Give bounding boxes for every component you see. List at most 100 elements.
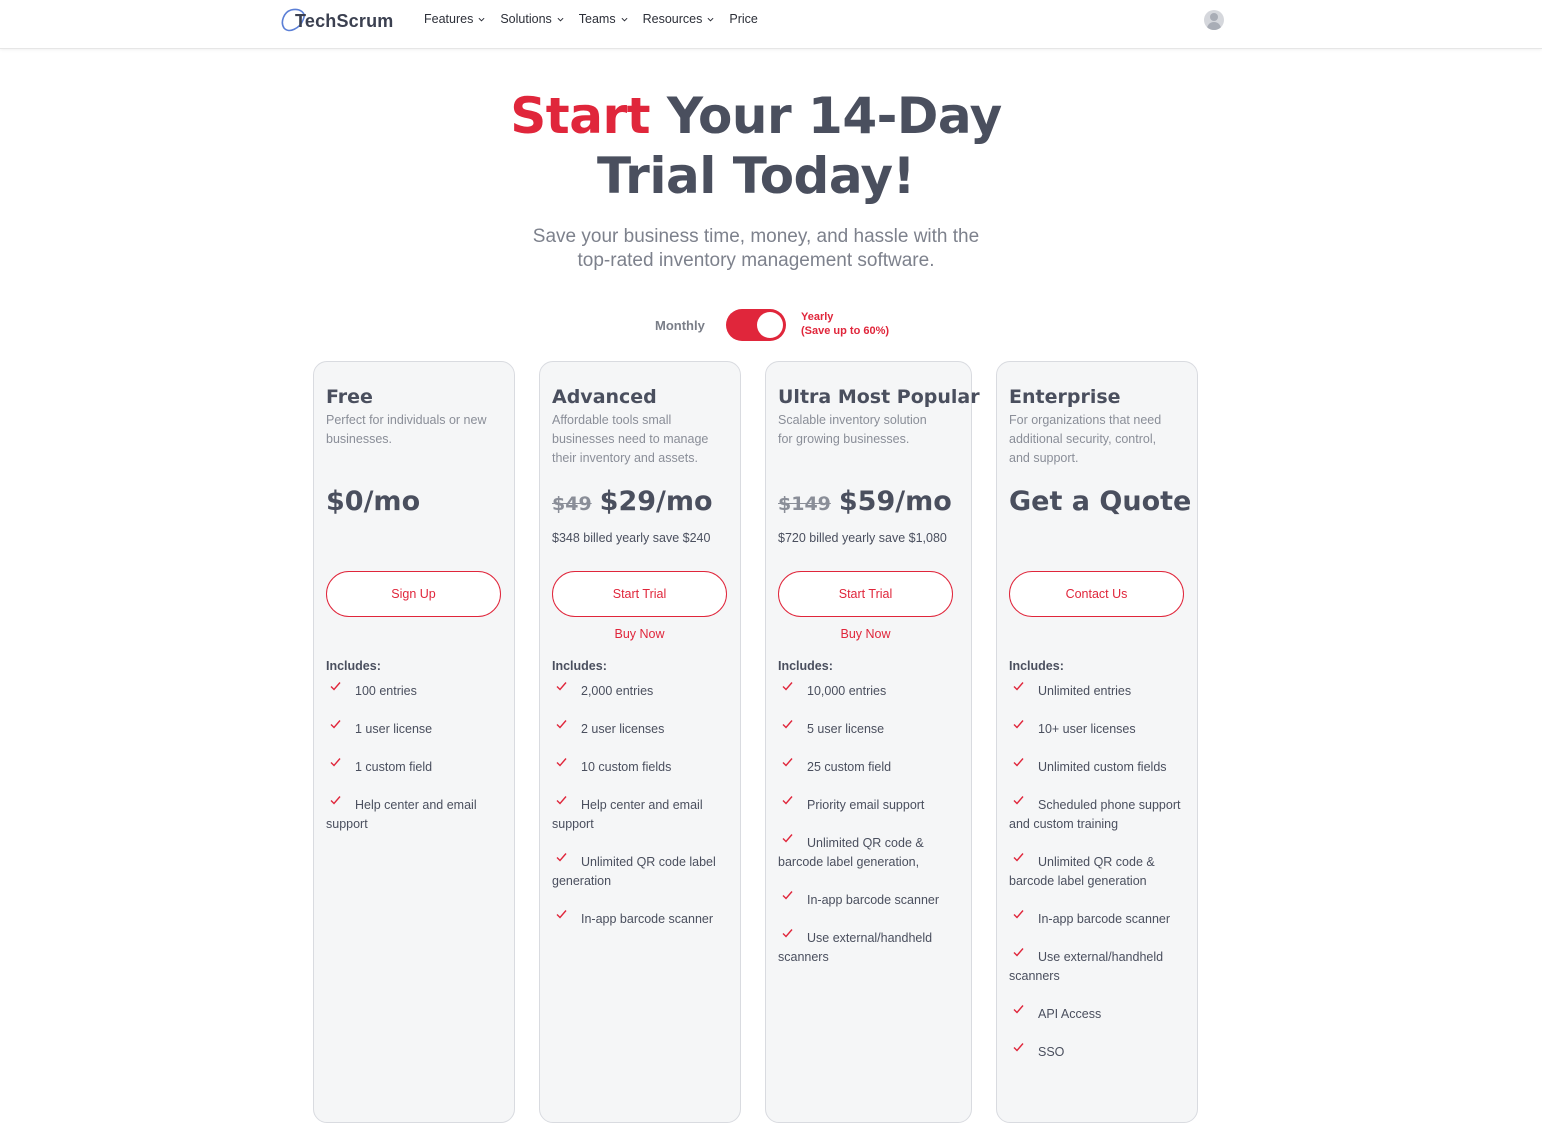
user-avatar-icon[interactable]: [1204, 10, 1224, 30]
check-icon: [782, 834, 793, 843]
feature-list: 10,000 entries 5 user license 25 custom fi…: [778, 681, 956, 985]
yearly-label-text: Yearly: [801, 311, 834, 323]
feature-item: In-app barcode scanner: [778, 890, 956, 910]
feature-text: Unlimited entries: [1038, 684, 1132, 698]
current-price: $0/mo: [326, 486, 421, 517]
check-icon: [556, 796, 567, 805]
plan-description: Affordable tools small businesses need t…: [552, 413, 709, 465]
feature-item: 10+ user licenses: [1009, 719, 1187, 739]
nav-item-features[interactable]: Features: [424, 12, 485, 26]
feature-text: Unlimited QR code & barcode label genera…: [1009, 855, 1155, 888]
check-icon: [1013, 796, 1024, 805]
feature-text: Help center and email support: [326, 798, 477, 831]
feature-item: Use external/handheld scanners: [778, 928, 956, 967]
current-price: $29/mo: [599, 486, 713, 517]
feature-item: Scheduled phone support and custom train…: [1009, 795, 1187, 834]
title-accent: Start: [510, 87, 651, 145]
toggle-knob: [757, 312, 783, 338]
check-icon: [782, 796, 793, 805]
yearly-label[interactable]: Yearly (Save up to 60%): [801, 310, 889, 338]
feature-item: 2 user licenses: [552, 719, 730, 739]
plan-primary-button[interactable]: Contact Us: [1009, 571, 1184, 617]
buy-now-link[interactable]: Buy Now: [552, 627, 727, 641]
plan-description: Perfect for individuals or new businesse…: [326, 413, 487, 446]
billed-note: $720 billed yearly save $1,080: [778, 531, 947, 545]
feature-list: Unlimited entries 10+ user licenses Unlimi…: [1009, 681, 1187, 1080]
feature-item: SSO: [1009, 1042, 1187, 1062]
feature-text: Use external/handheld scanners: [1009, 950, 1164, 983]
plan-card-advanced: Advanced Affordable tools small businesse…: [539, 361, 741, 1123]
billing-toggle-row: Monthly Yearly (Save up to 60%): [0, 309, 1542, 341]
nav-item-resources[interactable]: Resources: [643, 12, 715, 26]
feature-text: Help center and email support: [552, 798, 703, 831]
check-icon: [330, 796, 341, 805]
feature-list: 100 entries 1 user license 1 custom field H…: [326, 681, 504, 852]
feature-item: 10,000 entries: [778, 681, 956, 701]
plan-primary-button[interactable]: Sign Up: [326, 571, 501, 617]
feature-item: 2,000 entries: [552, 681, 730, 701]
old-price: $149: [778, 493, 831, 515]
feature-item: 5 user license: [778, 719, 956, 739]
feature-text: Unlimited QR code & barcode label genera…: [778, 836, 924, 869]
check-icon: [1013, 758, 1024, 767]
nav-item-label: Features: [424, 12, 474, 26]
brand-logo[interactable]: TechScrum: [281, 6, 393, 36]
feature-text: 10,000 entries: [807, 684, 887, 698]
plan-primary-button[interactable]: Start Trial: [552, 571, 727, 617]
check-icon: [1013, 948, 1024, 957]
plan-price: $149 $59/mo: [778, 486, 952, 517]
page-title: Start Your 14-Day Trial Today!: [0, 86, 1512, 206]
billing-toggle-switch[interactable]: [726, 309, 786, 341]
page-subtitle: Save your business time, money, and hass…: [0, 225, 1512, 273]
feature-item: Unlimited custom fields: [1009, 757, 1187, 777]
plan-card-enterprise: Enterprise For organizations that need ad…: [996, 361, 1198, 1123]
brand-name: TechScrum: [295, 10, 394, 31]
feature-item: Unlimited QR code & barcode label genera…: [778, 833, 956, 872]
feature-text: Unlimited custom fields: [1038, 760, 1167, 774]
check-icon: [782, 682, 793, 691]
plan-price: $49 $29/mo: [552, 486, 713, 517]
nav-item-teams[interactable]: Teams: [579, 12, 628, 26]
feature-text: 25 custom field: [807, 760, 892, 774]
feature-text: 10 custom fields: [581, 760, 672, 774]
main-menu: Features Solutions Teams Resources Price: [424, 12, 773, 26]
feature-item: 25 custom field: [778, 757, 956, 777]
check-icon: [556, 910, 567, 919]
feature-text: 10+ user licenses: [1038, 722, 1136, 736]
chevron-down-icon: [478, 17, 485, 22]
check-icon: [330, 758, 341, 767]
feature-text: 2 user licenses: [581, 722, 665, 736]
check-icon: [1013, 853, 1024, 862]
plan-name: Advanced: [552, 386, 657, 408]
check-icon: [782, 891, 793, 900]
feature-text: In-app barcode scanner: [581, 912, 714, 926]
nav-item-price[interactable]: Price: [729, 12, 757, 26]
feature-item: Unlimited QR code & barcode label genera…: [1009, 852, 1187, 891]
feature-item: In-app barcode scanner: [1009, 909, 1187, 929]
check-icon: [330, 682, 341, 691]
feature-item: 100 entries: [326, 681, 504, 701]
feature-text: In-app barcode scanner: [807, 893, 940, 907]
plan-primary-button[interactable]: Start Trial: [778, 571, 953, 617]
buy-now-link[interactable]: Buy Now: [778, 627, 953, 641]
plan-name: Ultra Most Popular: [778, 386, 980, 408]
plan-name: Enterprise: [1009, 386, 1121, 408]
check-icon: [1013, 682, 1024, 691]
check-icon: [1013, 910, 1024, 919]
feature-text: 1 user license: [355, 722, 433, 736]
plan-price: Get a Quote: [1009, 486, 1191, 517]
check-icon: [1013, 1005, 1024, 1014]
plan-card-free: Free Perfect for individuals or new busin…: [313, 361, 515, 1123]
subtitle-line1: Save your business time, money, and hass…: [532, 226, 980, 247]
feature-text: Scheduled phone support and custom train…: [1009, 798, 1181, 831]
monthly-label[interactable]: Monthly: [655, 318, 705, 333]
feature-item: Unlimited QR code label generation: [552, 852, 730, 891]
nav-item-solutions[interactable]: Solutions: [500, 12, 564, 26]
check-icon: [330, 720, 341, 729]
feature-text: 2,000 entries: [581, 684, 654, 698]
feature-item: Help center and email support: [552, 795, 730, 834]
includes-label: Includes:: [1009, 659, 1064, 673]
check-icon: [556, 758, 567, 767]
current-price: $59/mo: [838, 486, 952, 517]
nav-item-label: Solutions: [500, 12, 552, 26]
